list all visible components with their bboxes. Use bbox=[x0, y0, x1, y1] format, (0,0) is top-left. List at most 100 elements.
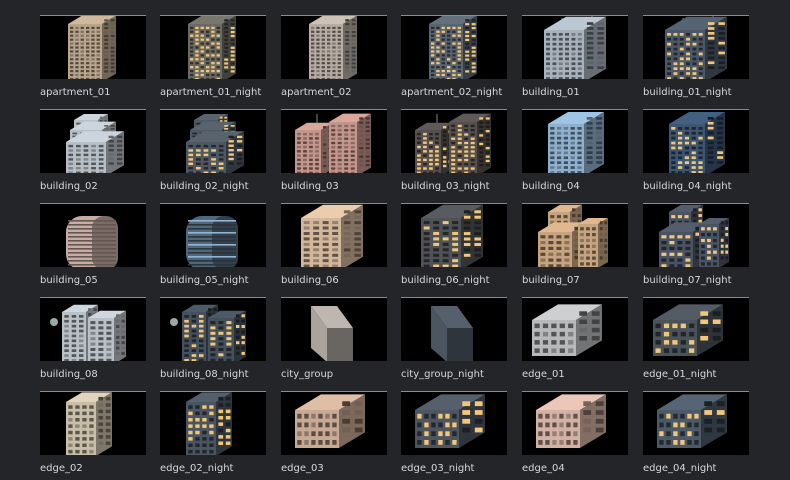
asset-item[interactable]: apartment_01_night bbox=[160, 15, 266, 105]
asset-item[interactable]: city_group_night bbox=[401, 297, 507, 387]
building-preview-image bbox=[431, 306, 473, 361]
asset-thumbnail[interactable] bbox=[40, 391, 146, 455]
asset-item[interactable]: edge_02 bbox=[40, 391, 146, 480]
asset-item[interactable]: building_04 bbox=[522, 109, 628, 199]
asset-label: building_05_night bbox=[160, 275, 249, 286]
building-preview-image bbox=[68, 16, 116, 79]
asset-thumbnail[interactable] bbox=[401, 109, 507, 173]
asset-thumbnail[interactable] bbox=[160, 109, 266, 173]
asset-item[interactable]: edge_04_night bbox=[643, 391, 749, 480]
building-preview-image bbox=[421, 204, 483, 267]
asset-thumbnail[interactable] bbox=[40, 109, 146, 173]
building-preview-image bbox=[188, 16, 236, 79]
asset-item[interactable]: edge_03 bbox=[281, 391, 387, 480]
asset-item[interactable]: building_02 bbox=[40, 109, 146, 199]
asset-item[interactable]: building_07_night bbox=[643, 203, 749, 293]
asset-item[interactable]: city_group bbox=[281, 297, 387, 387]
asset-item[interactable]: edge_01 bbox=[522, 297, 628, 387]
asset-label: building_03 bbox=[281, 181, 339, 192]
asset-thumbnail[interactable] bbox=[40, 15, 146, 79]
asset-thumbnail[interactable] bbox=[643, 15, 749, 79]
asset-thumbnail[interactable] bbox=[401, 203, 507, 267]
asset-item[interactable]: building_03_night bbox=[401, 109, 507, 199]
asset-label: building_01 bbox=[522, 87, 580, 98]
asset-label: building_04 bbox=[522, 181, 580, 192]
asset-label: building_04_night bbox=[643, 181, 732, 192]
asset-item[interactable]: building_01 bbox=[522, 15, 628, 105]
asset-thumbnail[interactable] bbox=[401, 391, 507, 455]
asset-label: building_02 bbox=[40, 181, 98, 192]
asset-item[interactable]: building_01_night bbox=[643, 15, 749, 105]
asset-item[interactable]: building_02_night bbox=[160, 109, 266, 199]
asset-thumbnail[interactable] bbox=[281, 109, 387, 173]
asset-thumbnail[interactable] bbox=[522, 15, 628, 79]
asset-item[interactable]: edge_03_night bbox=[401, 391, 507, 480]
asset-thumbnail[interactable] bbox=[643, 109, 749, 173]
asset-item[interactable]: building_06_night bbox=[401, 203, 507, 293]
asset-item[interactable]: apartment_02 bbox=[281, 15, 387, 105]
asset-label: building_08_night bbox=[160, 369, 249, 380]
asset-label: city_group_night bbox=[401, 369, 484, 380]
asset-thumbnail[interactable] bbox=[281, 297, 387, 361]
asset-label: building_07_night bbox=[643, 275, 732, 286]
asset-thumbnail[interactable] bbox=[40, 203, 146, 267]
building-preview-image bbox=[301, 204, 363, 267]
asset-label: building_03_night bbox=[401, 181, 490, 192]
asset-thumbnail[interactable] bbox=[522, 203, 628, 267]
asset-thumbnail[interactable] bbox=[160, 297, 266, 361]
asset-thumbnail[interactable] bbox=[281, 15, 387, 79]
asset-item[interactable]: building_08_night bbox=[160, 297, 266, 387]
asset-thumbnail[interactable] bbox=[160, 203, 266, 267]
asset-label: city_group bbox=[281, 369, 334, 380]
building-preview-image bbox=[429, 16, 477, 79]
building-preview-image bbox=[50, 304, 126, 361]
asset-label: building_02_night bbox=[160, 181, 249, 192]
building-preview-image bbox=[538, 204, 608, 267]
asset-item[interactable]: building_04_night bbox=[643, 109, 749, 199]
building-preview-image bbox=[295, 113, 371, 173]
asset-item[interactable]: edge_04 bbox=[522, 391, 628, 480]
asset-item[interactable]: building_08 bbox=[40, 297, 146, 387]
asset-thumbnail[interactable] bbox=[643, 391, 749, 455]
asset-item[interactable]: edge_01_night bbox=[643, 297, 749, 387]
asset-label: edge_03 bbox=[281, 463, 324, 474]
building-preview-image bbox=[66, 392, 112, 455]
asset-thumbnail[interactable] bbox=[40, 297, 146, 361]
asset-label: edge_04_night bbox=[643, 463, 717, 474]
asset-item[interactable]: building_06 bbox=[281, 203, 387, 293]
building-preview-image bbox=[311, 306, 353, 361]
asset-thumbnail[interactable] bbox=[643, 297, 749, 361]
asset-label: building_07 bbox=[522, 275, 580, 286]
asset-item[interactable]: edge_02_night bbox=[160, 391, 266, 480]
asset-thumbnail[interactable] bbox=[281, 391, 387, 455]
asset-thumbnail[interactable] bbox=[281, 203, 387, 267]
asset-label: apartment_02 bbox=[281, 87, 352, 98]
building-preview-image bbox=[186, 216, 238, 267]
asset-thumbnail[interactable] bbox=[401, 297, 507, 361]
building-preview-image bbox=[309, 16, 357, 79]
asset-item[interactable]: building_05_night bbox=[160, 203, 266, 293]
asset-thumbnail[interactable] bbox=[522, 391, 628, 455]
asset-item[interactable]: building_05 bbox=[40, 203, 146, 293]
building-preview-image bbox=[186, 392, 232, 455]
building-preview-image bbox=[653, 304, 723, 356]
asset-item[interactable]: building_03 bbox=[281, 109, 387, 199]
asset-item[interactable]: building_07 bbox=[522, 203, 628, 293]
asset-label: edge_02 bbox=[40, 463, 83, 474]
building-preview-image bbox=[548, 112, 604, 173]
asset-thumbnail[interactable] bbox=[160, 391, 266, 455]
asset-thumbnail[interactable] bbox=[522, 297, 628, 361]
asset-item[interactable]: apartment_02_night bbox=[401, 15, 507, 105]
building-preview-image bbox=[544, 16, 606, 79]
asset-label: building_05 bbox=[40, 275, 98, 286]
asset-thumbnail[interactable] bbox=[401, 15, 507, 79]
asset-thumbnail[interactable] bbox=[643, 203, 749, 267]
building-preview-image bbox=[532, 304, 602, 356]
asset-thumbnail[interactable] bbox=[160, 15, 266, 79]
asset-thumbnail[interactable] bbox=[522, 109, 628, 173]
asset-label: building_06 bbox=[281, 275, 339, 286]
building-preview-image bbox=[657, 394, 727, 448]
asset-label: building_01_night bbox=[643, 87, 732, 98]
asset-label: edge_04 bbox=[522, 463, 565, 474]
asset-item[interactable]: apartment_01 bbox=[40, 15, 146, 105]
